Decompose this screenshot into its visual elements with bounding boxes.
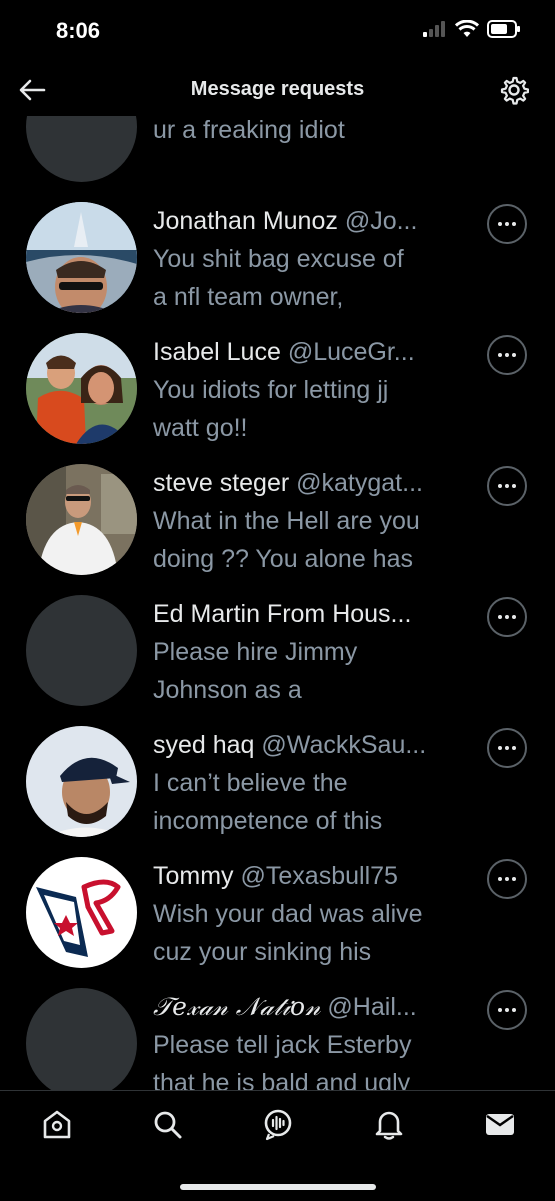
list-item[interactable]: syed haq @WackkSau... I can’t believe th… (0, 726, 555, 857)
message-preview-line: that he is bald and ugly (153, 1069, 411, 1090)
sender-line: Jonathan Munoz @Jo... (153, 202, 463, 240)
message-preview-line: incompetence of this (153, 807, 383, 835)
message-text: steve steger @katygat... What in the Hel… (153, 464, 463, 578)
sender-line: syed haq @WackkSau... (153, 726, 463, 764)
avatar-default (26, 988, 137, 1090)
sender-handle: @Hail... (327, 993, 417, 1021)
cellular-signal-icon (423, 21, 445, 37)
sender-line: Ed Martin From Hous... (153, 595, 463, 633)
avatar (26, 726, 137, 837)
home-icon[interactable] (40, 1107, 74, 1141)
avatar (26, 464, 137, 575)
list-item[interactable]: Tommy @Texasbull75 Wish your dad was ali… (0, 857, 555, 988)
message-text: Tommy @Texasbull75 Wish your dad was ali… (153, 857, 463, 971)
more-options-button[interactable] (487, 728, 527, 768)
message-preview-line: What in the Hell are you (153, 507, 420, 535)
sender-name: 𝒯𝑒𝓍𝒶𝓃 𝒩𝒶𝓉𝒾𝑜𝓃 (153, 992, 321, 1021)
message-text: 𝒯𝑒𝓍𝒶𝓃 𝒩𝒶𝓉𝒾𝑜𝓃 @Hail... Please tell jack E… (153, 988, 463, 1090)
more-options-button[interactable] (487, 335, 527, 375)
sender-name: Isabel Luce (153, 338, 281, 366)
avatar-default (26, 595, 137, 706)
message-text: Jonathan Munoz @Jo... You shit bag excus… (153, 202, 463, 316)
messages-icon[interactable] (483, 1107, 517, 1141)
message-preview-line: Please hire Jimmy (153, 638, 358, 666)
more-options-button[interactable] (487, 466, 527, 506)
search-icon[interactable] (150, 1107, 184, 1141)
page-title: Message requests (190, 78, 365, 100)
spaces-icon[interactable] (261, 1107, 295, 1141)
message-preview-line: doing ?? You alone has (153, 545, 413, 573)
message-preview-line: cuz your sinking his (153, 938, 372, 966)
message-preview-line: a nfl team owner, (153, 283, 344, 311)
sender-handle: @Jo... (344, 207, 418, 235)
message-preview-line: You idiots for letting jj (153, 376, 389, 404)
message-preview-line: ur a freaking idiot (153, 116, 345, 144)
gear-icon[interactable] (499, 75, 529, 105)
message-preview-line: Johnson as a (153, 676, 302, 704)
header: Message requests (0, 64, 555, 116)
notifications-icon[interactable] (372, 1107, 406, 1141)
status-bar: 8:06 (0, 0, 555, 64)
status-time: 8:06 (56, 18, 101, 43)
message-text: Ed Martin From Hous... Please hire Jimmy… (153, 595, 463, 709)
message-text: syed haq @WackkSau... I can’t believe th… (153, 726, 463, 840)
more-options-button[interactable] (487, 990, 527, 1030)
list-item[interactable]: 𝒯𝑒𝓍𝒶𝓃 𝒩𝒶𝓉𝒾𝑜𝓃 @Hail... Please tell jack E… (0, 988, 555, 1090)
message-preview-text: ur a freaking idiot (153, 116, 463, 149)
message-preview-line: You shit bag excuse of (153, 245, 404, 273)
sender-handle: @katygat... (296, 469, 423, 497)
avatar (26, 333, 137, 444)
sender-handle: @LuceGr... (287, 338, 415, 366)
more-options-button[interactable] (487, 859, 527, 899)
more-options-button[interactable] (487, 597, 527, 637)
list-item[interactable]: Isabel Luce @LuceGr... You idiots for le… (0, 333, 555, 464)
message-text: Isabel Luce @LuceGr... You idiots for le… (153, 333, 463, 447)
list-item[interactable]: steve steger @katygat... What in the Hel… (0, 464, 555, 595)
sender-line: steve steger @katygat... (153, 464, 463, 502)
sender-line: Isabel Luce @LuceGr... (153, 333, 463, 371)
home-indicator (180, 1184, 376, 1190)
message-preview-line: Wish your dad was alive (153, 900, 423, 928)
sender-name: Tommy (153, 862, 234, 890)
sender-line: 𝒯𝑒𝓍𝒶𝓃 𝒩𝒶𝓉𝒾𝑜𝓃 @Hail... (153, 988, 463, 1026)
battery-icon (487, 20, 520, 38)
sender-name: Jonathan Munoz (153, 207, 338, 235)
sender-name: steve steger (153, 469, 290, 497)
sender-line: Tommy @Texasbull75 (153, 857, 463, 895)
wifi-icon (455, 20, 479, 37)
sender-name: Ed Martin From Hous... (153, 600, 412, 628)
list-item[interactable]: Jonathan Munoz @Jo... You shit bag excus… (0, 202, 555, 333)
more-options-button[interactable] (487, 204, 527, 244)
avatar-default (26, 116, 137, 182)
list-item-partial[interactable]: ur a freaking idiot (0, 116, 555, 202)
message-preview-line: Please tell jack Esterby (153, 1031, 412, 1059)
sender-name: syed haq (153, 731, 255, 759)
sender-handle: @Texasbull75 (240, 862, 398, 890)
sender-handle: @WackkSau... (261, 731, 427, 759)
avatar (26, 202, 137, 313)
status-icons (423, 20, 521, 38)
message-preview-line: I can’t believe the (153, 769, 348, 797)
message-request-list: ur a freaking idiot Jonathan Munoz @Jo..… (0, 116, 555, 1090)
avatar (26, 857, 137, 968)
message-preview-line: watt go!! (153, 414, 248, 442)
list-item[interactable]: Ed Martin From Hous... Please hire Jimmy… (0, 595, 555, 726)
